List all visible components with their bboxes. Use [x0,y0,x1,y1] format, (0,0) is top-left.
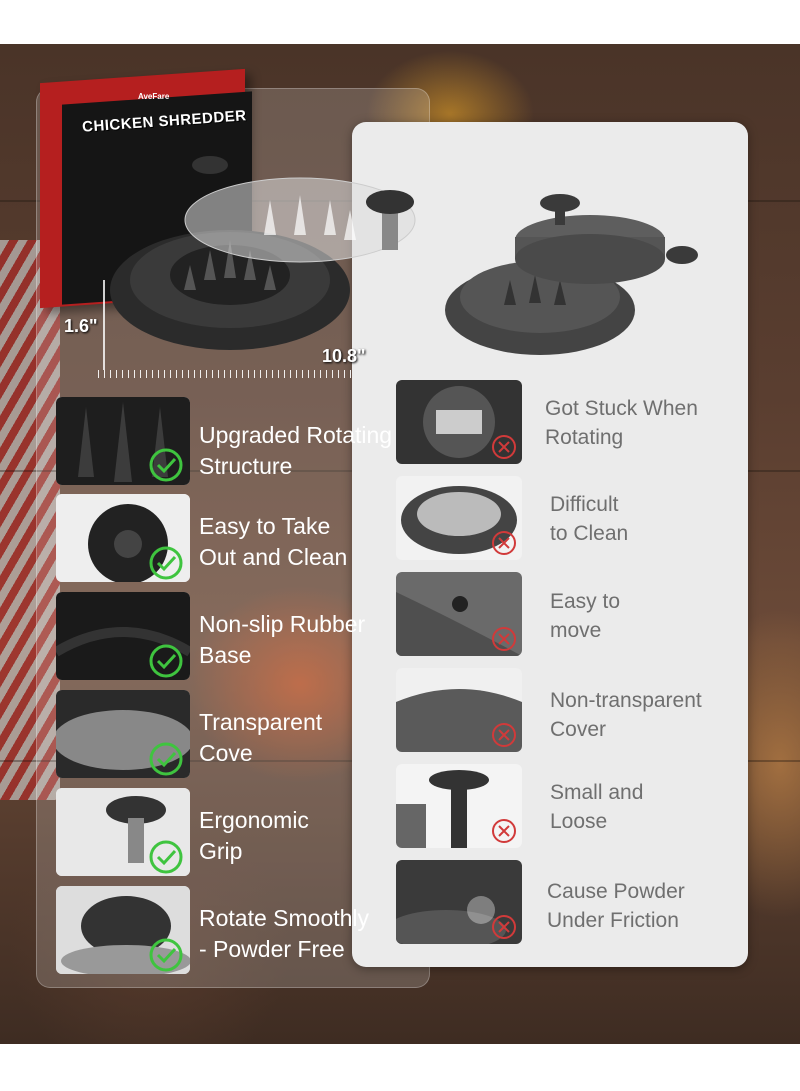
feature-text: Easy to Take Out and Clean [199,513,348,570]
width-ruler [98,370,354,378]
competitor-shredder-image [445,194,698,355]
height-dimension-label: 1.6" [64,316,98,336]
check-circle-icon [149,546,183,580]
feature-text: Non-slip Rubber Base [199,611,366,668]
feature-text: Ergonomic Grip [199,807,309,864]
drawback-text: Got Stuck When Rotating [545,397,698,449]
cross-circle-icon [492,531,516,555]
drawback-text: Non-transparent Cover [550,689,702,741]
feature-text: Transparent Cove [199,709,323,766]
feature-text: Upgraded Rotating Structure [199,422,393,479]
cross-circle-icon [492,723,516,747]
drawback-text: Difficult to Clean [550,493,629,545]
drawback-text: Small and Loose [550,781,644,833]
width-dimension-label: 10.8" [322,346,366,366]
drawback-text: Cause Powder Under Friction [547,880,685,932]
cross-circle-icon [492,627,516,651]
product-shredder-image [110,156,416,350]
product-infographic: AveFare CHICKEN SHREDDER 1.6" 10.8" Upgr… [0,0,800,1091]
check-circle-icon [149,840,183,874]
check-circle-icon [149,742,183,776]
drawback-text: Easy to move [550,590,621,642]
check-circle-icon [149,448,183,482]
cross-circle-icon [492,915,516,939]
check-circle-icon [149,938,183,972]
height-dimension-line [103,280,105,370]
brand-logo: AveFare [138,92,170,101]
cross-circle-icon [492,819,516,843]
check-circle-icon [149,644,183,678]
feature-text: Rotate Smoothly - Powder Free [199,905,370,962]
cross-circle-icon [492,435,516,459]
